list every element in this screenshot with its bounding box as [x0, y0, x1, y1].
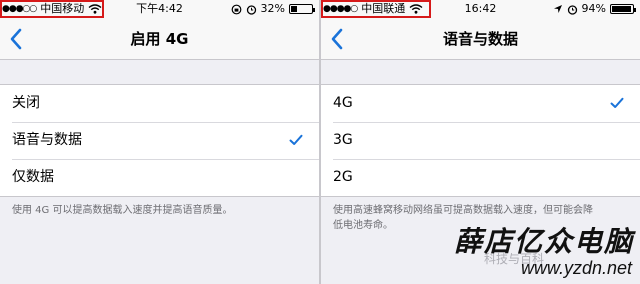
- page-title: 启用 4G: [130, 30, 189, 48]
- left-screen: ●●●○○ 中国移动 下午4:42 32% 启用 4G 关闭 语音与数据 仅数据…: [0, 0, 319, 284]
- status-right: 94%: [553, 0, 636, 18]
- option-data-only[interactable]: 仅数据: [0, 159, 319, 196]
- option-off[interactable]: 关闭: [0, 85, 319, 122]
- watermark: 科技与百科 薛店亿众电脑 www.yzdn.net: [420, 218, 640, 284]
- option-2g[interactable]: 2G: [321, 159, 640, 196]
- footnote: 使用 4G 可以提高数据载入速度并提高语音质量。: [12, 205, 233, 216]
- nav-bar: 语音与数据: [321, 18, 640, 60]
- battery-percent: 32%: [260, 2, 285, 15]
- option-label: 4G: [333, 95, 353, 111]
- option-3g[interactable]: 3G: [321, 122, 640, 159]
- battery-icon: [610, 4, 636, 14]
- nav-bar: 启用 4G: [0, 18, 319, 60]
- option-4g[interactable]: 4G: [321, 85, 640, 122]
- status-bar: ●●●●○ 中国联通 16:42 94%: [321, 0, 640, 18]
- watermark-url: www.yzdn.net: [520, 258, 632, 278]
- option-label: 3G: [333, 132, 353, 148]
- options-list: 4G 3G 2G: [321, 84, 640, 197]
- option-voice-data[interactable]: 语音与数据: [0, 122, 319, 159]
- location-icon: [553, 5, 562, 13]
- footnote-line: 使用高速蜂窝移动网络虽可提高数据载入速度，但可能会降: [333, 205, 593, 216]
- alarm-icon: [246, 4, 256, 15]
- battery-percent: 94%: [581, 2, 606, 15]
- page-title: 语音与数据: [442, 30, 518, 48]
- options-list: 关闭 语音与数据 仅数据: [0, 84, 319, 197]
- option-label: 仅数据: [12, 169, 54, 185]
- status-right: 32%: [231, 0, 315, 18]
- status-bar: ●●●○○ 中国移动 下午4:42 32%: [0, 0, 319, 18]
- alarm-icon: [567, 4, 577, 15]
- option-label: 2G: [333, 169, 353, 185]
- option-label: 关闭: [12, 95, 40, 111]
- watermark-name: 薛店亿众电脑: [453, 225, 634, 258]
- checkmark-icon: [289, 134, 303, 145]
- option-label: 语音与数据: [12, 132, 82, 148]
- checkmark-icon: [610, 97, 624, 108]
- lock-rotation-icon: [231, 4, 241, 14]
- battery-icon: [289, 4, 315, 14]
